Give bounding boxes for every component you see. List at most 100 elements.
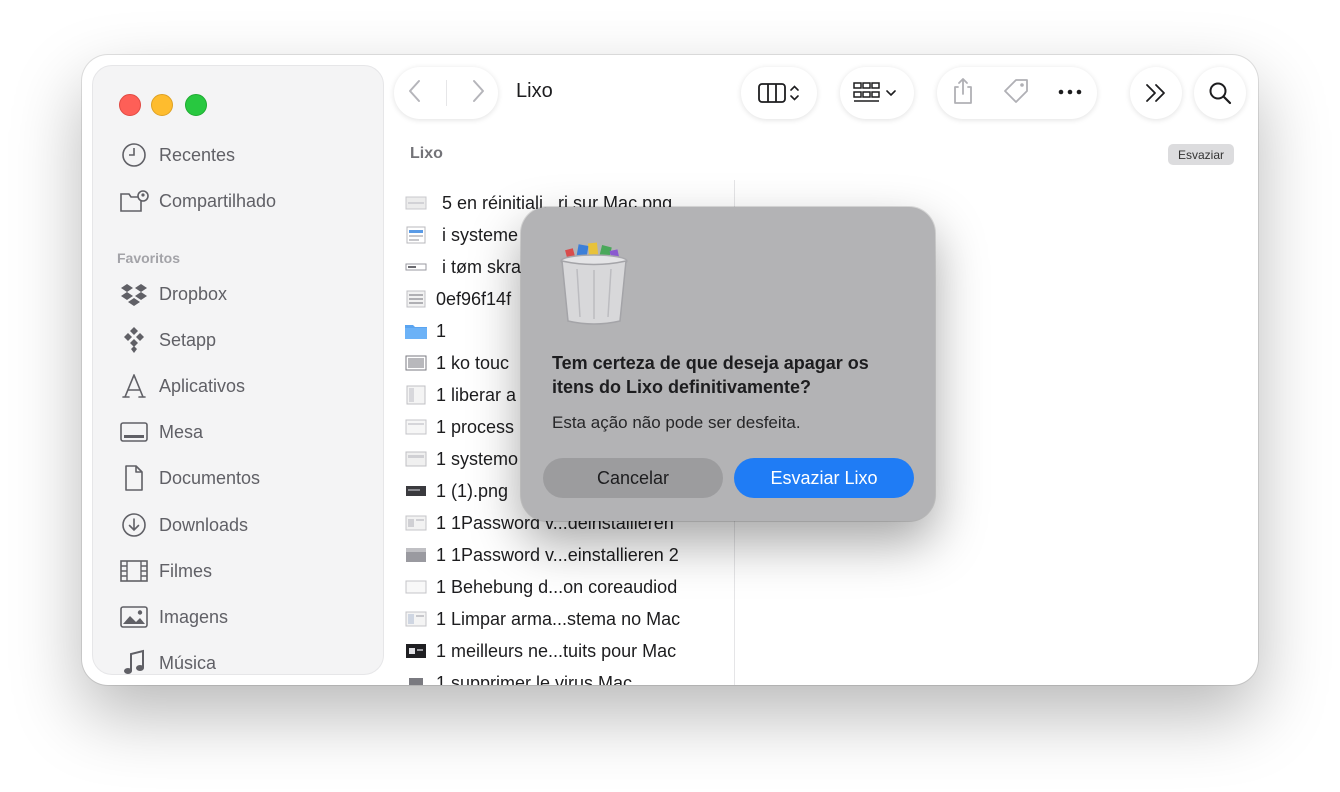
forward-button[interactable] [468,78,488,109]
file-name: i systeme [442,224,519,245]
file-row[interactable]: 1 meilleurs ne...tuits pour Mac [404,636,676,666]
file-row[interactable]: 0ef96f14f [404,284,511,314]
sidebar-item-dropbox[interactable]: Dropbox [119,276,227,312]
tag-button[interactable] [1002,77,1030,110]
group-by-button[interactable] [840,67,914,119]
image-file-icon [404,450,428,468]
image-file-icon [404,290,428,308]
zoom-window-button[interactable] [185,94,207,116]
sidebar-item-label: Mesa [159,421,204,442]
window-title: Lixo [516,80,553,102]
empty-trash-button[interactable]: Esvaziar [1167,144,1234,165]
sidebar-item-label: Filmes [159,560,212,581]
sidebar-item-setapp[interactable]: Setapp [119,322,216,358]
back-button[interactable] [405,78,425,109]
file-row[interactable]: 1 (1).png [404,476,508,506]
shared-folder-icon [119,186,149,216]
empty-trash-dialog: Tem certeza de que deseja apagar os iten… [521,207,935,521]
image-file-icon [404,546,428,564]
cancel-button[interactable]: Cancelar [543,458,723,498]
location-label: Lixo [410,145,443,162]
sidebar-item-documentos[interactable]: Documentos [119,460,260,496]
more-button[interactable] [1057,84,1083,102]
file-name: 1 liberar a [436,384,517,405]
navigation-group [394,67,498,119]
image-file-icon [404,610,428,628]
close-window-button[interactable] [119,94,141,116]
sidebar-item-recentes[interactable]: Recentes [119,137,235,173]
file-row[interactable]: 1 liberar a [404,380,516,410]
file-name: 1 process [436,416,515,437]
film-icon [119,556,149,586]
sidebar-item-label: Música [159,652,217,673]
file-name: 0ef96f14f [436,288,512,309]
downloads-icon [119,510,149,540]
sidebar-item-label: Imagens [159,606,229,627]
sidebar-item-mesa[interactable]: Mesa [119,414,203,450]
image-file-icon [404,418,428,436]
file-name: 1 meilleurs ne...tuits pour Mac [436,640,677,661]
setapp-icon [119,325,149,355]
favorites-section-header: Favoritos [117,250,181,266]
file-name: 1 systemo [436,448,519,469]
search-icon [1209,82,1232,105]
file-name: 1 (1).png [436,480,509,501]
file-row[interactable]: 1 Limpar arma...stema no Mac [404,604,680,634]
double-chevron-right-icon [1146,84,1165,102]
sidebar-item-aplicativos[interactable]: Aplicativos [119,368,245,404]
sidebar-item-label: Compartilhado [159,190,277,211]
file-name: 1 Limpar arma...stema no Mac [436,608,681,629]
search-button[interactable] [1194,67,1246,119]
file-row[interactable]: 1 1Password v...einstallieren 2 [404,540,679,570]
sidebar-item-label: Documentos [159,467,261,488]
sidebar-item-compartilhado[interactable]: Compartilhado [119,183,276,219]
file-row[interactable]: 1 process [404,412,514,442]
image-file-icon [404,674,428,685]
folder-icon [404,322,428,340]
sidebar-item-label: Dropbox [159,283,228,304]
sidebar-item-downloads[interactable]: Downloads [119,507,248,543]
image-file-icon [404,258,428,276]
dialog-title: Tem certeza de que deseja apagar os iten… [552,351,912,399]
share-button[interactable] [951,77,975,110]
sidebar-item-imagens[interactable]: Imagens [119,599,228,635]
grid-group-icon [853,82,896,102]
applications-icon [119,371,149,401]
file-row[interactable]: 1 Behebung d...on coreaudiod [404,572,677,602]
dropbox-icon [119,279,149,309]
file-row[interactable]: 1 systemo [404,444,518,474]
view-mode-button[interactable] [741,67,817,119]
sidebar-item-filmes[interactable]: Filmes [119,553,212,589]
file-row[interactable]: 1 [404,316,446,346]
confirm-empty-trash-button[interactable]: Esvaziar Lixo [734,458,914,498]
chevron-right-icon [472,79,484,102]
sidebar-item-label: Recentes [159,144,236,165]
minimize-window-button[interactable] [151,94,173,116]
document-icon [119,463,149,493]
file-row[interactable]: 1 supprimer le virus Mac [404,668,632,685]
ellipsis-icon [1059,89,1082,95]
clock-icon [119,140,149,170]
image-file-icon [404,385,428,405]
file-row[interactable]: i tøm skra [404,252,521,282]
photo-icon [119,602,149,632]
tag-icon [1004,78,1028,103]
file-name: 1 supprimer le virus Mac [436,672,633,686]
trash-header-bar: Lixo Esvaziar [382,130,1258,178]
image-file-icon [404,482,428,500]
image-file-icon [404,642,428,660]
file-row[interactable]: 1 ko touc [404,348,509,378]
trash-full-icon [557,237,631,325]
image-file-icon [404,226,428,244]
file-row[interactable]: i systeme [404,220,518,250]
image-file-icon [404,354,428,372]
file-name: 1 [436,320,447,341]
toolbar-overflow-button[interactable] [1130,67,1182,119]
image-file-icon [404,578,428,596]
music-icon [119,648,149,674]
sidebar-item-label: Aplicativos [159,375,246,396]
sidebar-item-musica[interactable]: Música [119,645,217,674]
sidebar-item-label: Downloads [159,514,249,535]
actions-group [937,67,1097,119]
file-name: 1 1Password v...einstallieren 2 [436,544,679,565]
